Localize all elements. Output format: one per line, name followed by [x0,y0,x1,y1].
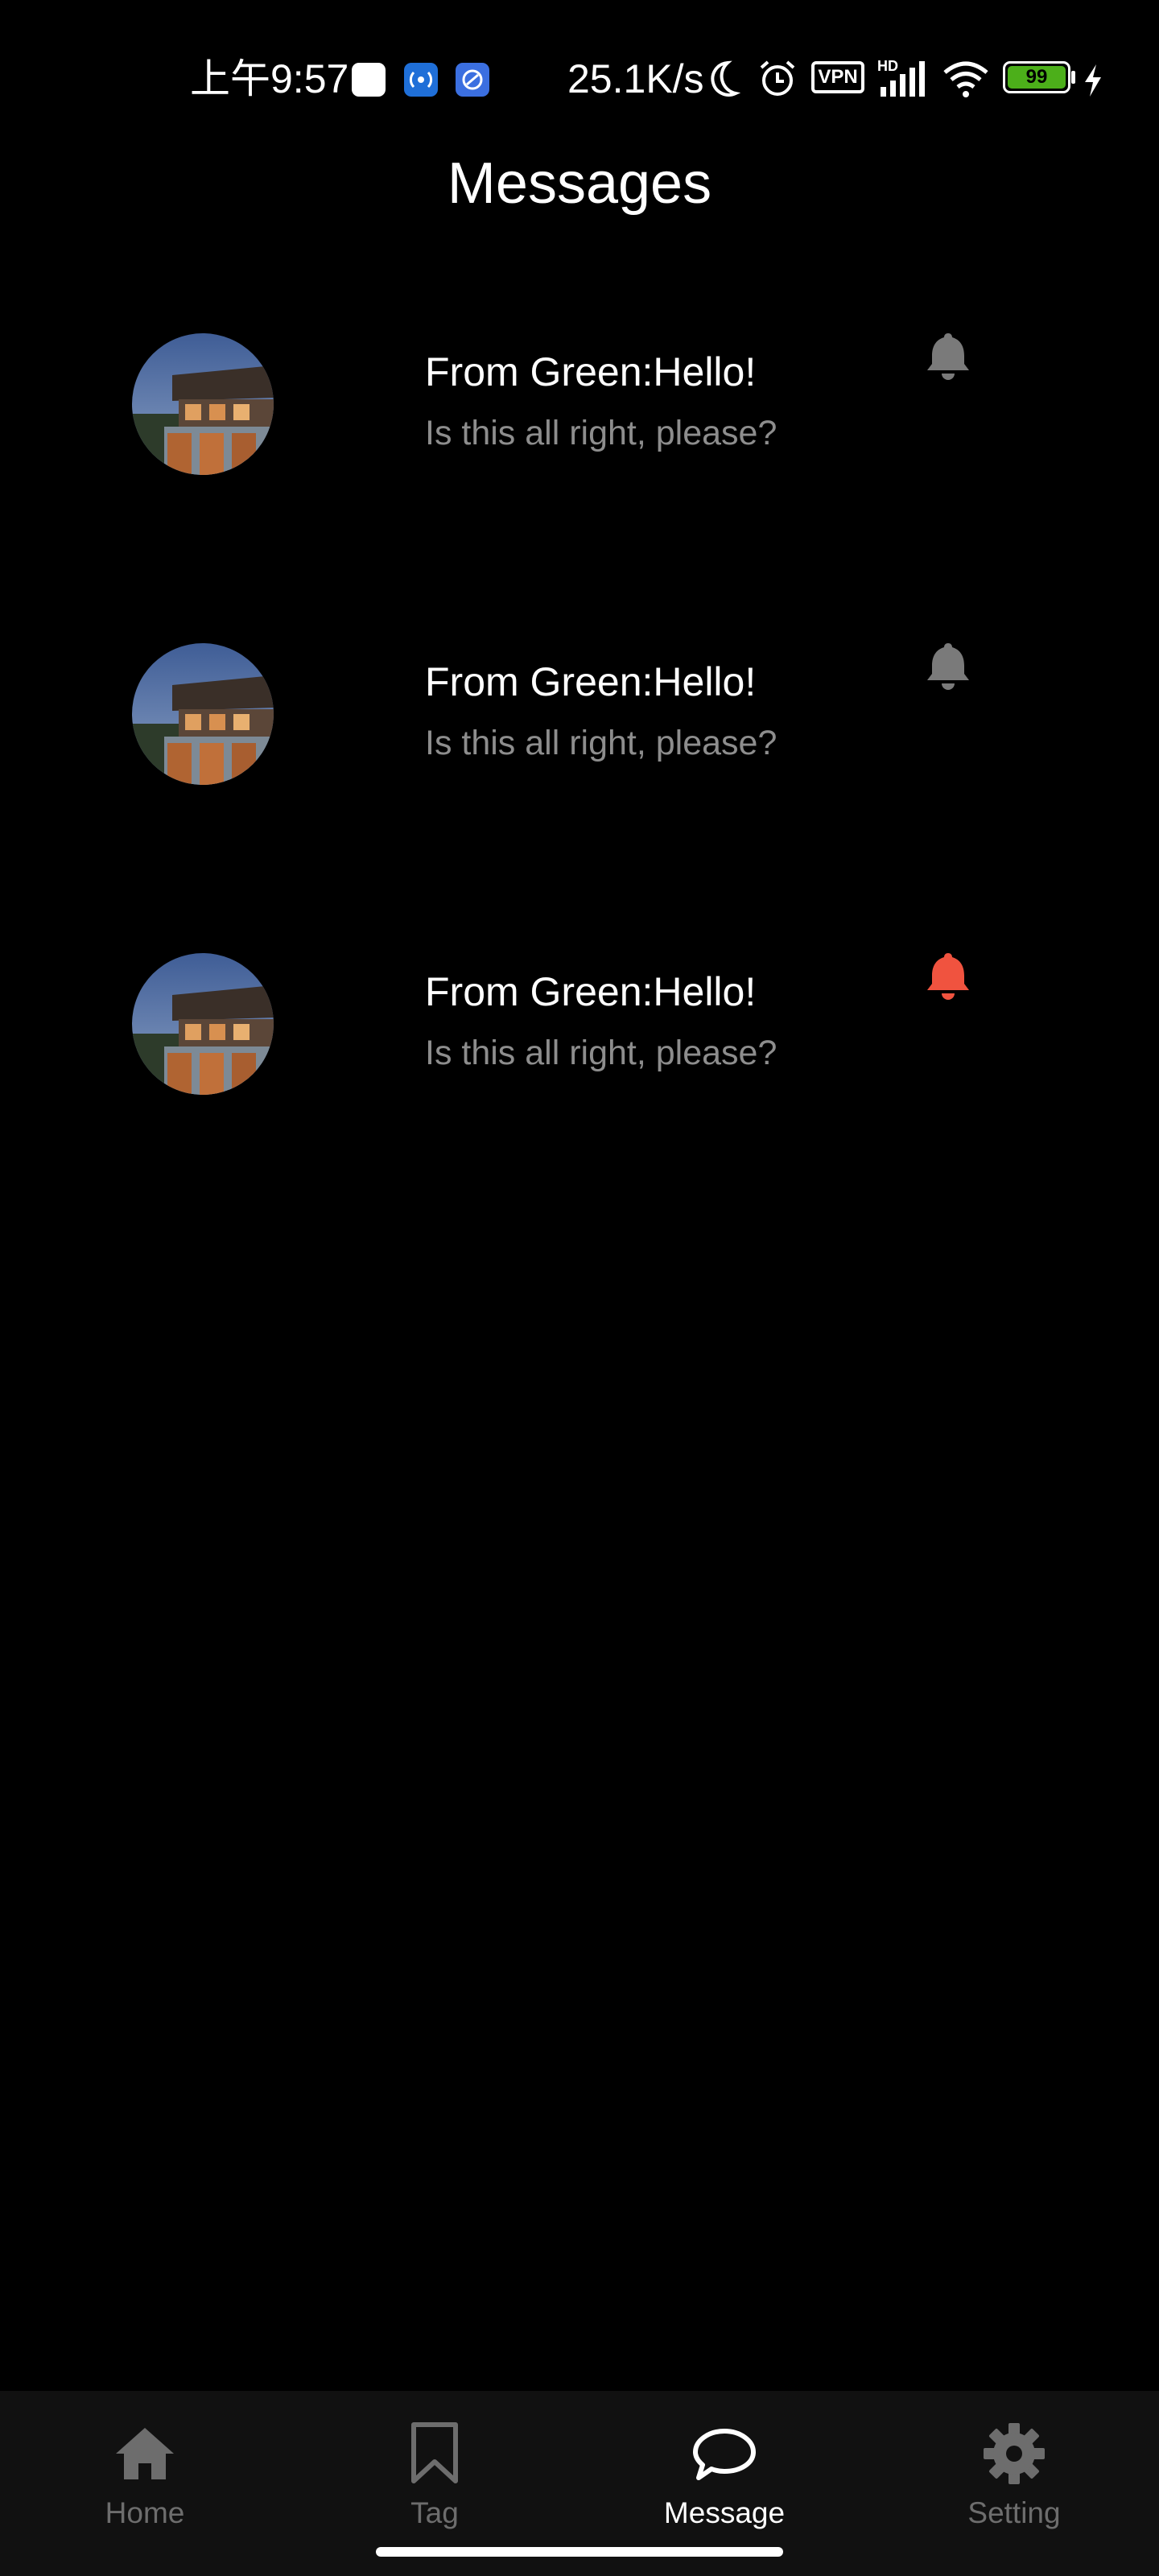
notification-app-icon [352,63,386,97]
message-subtitle: Is this all right, please? [425,1034,777,1072]
battery-level: 99 [1008,66,1066,89]
home-icon [116,2428,174,2479]
avatar[interactable] [132,333,274,475]
message-title: From Green:Hello! [425,659,757,704]
tab-setting[interactable]: Setting [869,2391,1159,2536]
avatar[interactable] [132,643,274,785]
tab-tag[interactable]: Tag [290,2391,580,2536]
bell-icon[interactable] [924,950,972,1001]
battery-icon: 99 [1003,61,1070,93]
bookmark-icon [411,2422,458,2483]
vpn-icon: VPN [811,61,864,93]
avatar[interactable] [132,953,274,1095]
tab-home-label: Home [105,2496,185,2529]
tab-home[interactable]: Home [0,2391,290,2536]
message-title: From Green:Hello! [425,969,757,1014]
tab-message[interactable]: Message [580,2391,869,2536]
message-title: From Green:Hello! [425,349,757,394]
message-list: From Green:Hello! Is this all right, ple… [0,306,1159,1236]
message-item[interactable]: From Green:Hello! Is this all right, ple… [0,306,1159,616]
status-bar: 上午9:57 25.1K/s VPN HD 99 [0,0,1159,161]
wifi-icon [943,61,988,97]
tab-message-label: Message [663,2496,786,2529]
network-speed: 25.1K/s [567,56,704,101]
charging-icon [1085,64,1101,97]
tab-tag-label: Tag [410,2496,459,2529]
bell-icon[interactable] [924,640,972,691]
home-indicator[interactable] [376,2547,783,2557]
page-title: Messages [447,151,712,216]
bell-icon[interactable] [924,330,972,382]
link-app-icon [456,63,489,97]
message-item[interactable]: From Green:Hello! Is this all right, ple… [0,926,1159,1236]
alarm-icon [760,60,795,96]
message-item[interactable]: From Green:Hello! Is this all right, ple… [0,616,1159,926]
moon-icon [711,60,740,97]
hotspot-icon [404,63,438,97]
message-subtitle: Is this all right, please? [425,724,777,762]
chat-bubble-icon [693,2429,756,2480]
battery-tip [1071,71,1075,84]
gear-icon [984,2423,1045,2484]
tab-setting-label: Setting [967,2496,1061,2529]
signal-icon: HD [877,58,927,100]
message-subtitle: Is this all right, please? [425,414,777,452]
status-time: 上午9:57 [190,56,349,101]
